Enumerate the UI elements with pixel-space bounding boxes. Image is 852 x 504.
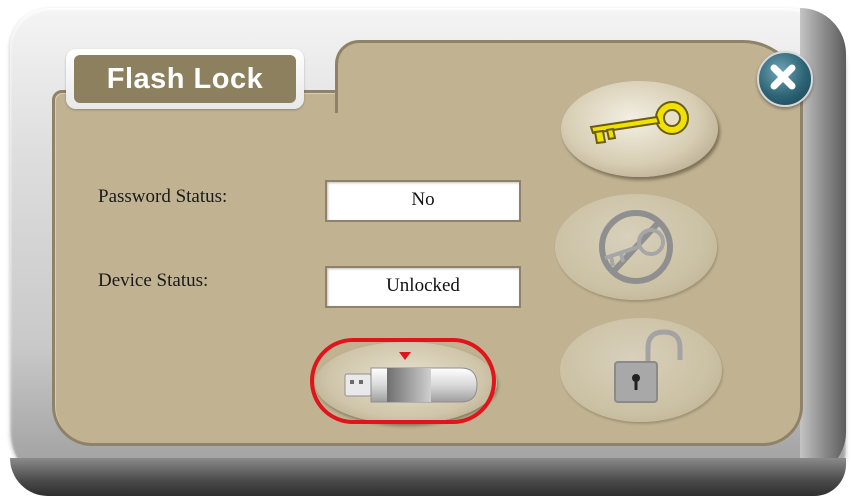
remove-password-button[interactable]: [555, 194, 717, 300]
unlock-button[interactable]: [560, 318, 722, 422]
window-edge-bottom: [10, 458, 846, 496]
close-icon: [770, 64, 796, 90]
highlight-ring: [310, 338, 496, 424]
key-icon: [589, 101, 689, 145]
no-key-icon: [599, 210, 673, 284]
password-status-field: No: [325, 180, 521, 222]
password-status-label: Password Status:: [98, 186, 228, 207]
device-status-field: Unlocked: [325, 266, 521, 308]
device-status-label: Device Status:: [98, 270, 209, 291]
close-button[interactable]: [757, 51, 813, 107]
app-title: Flash Lock: [74, 55, 296, 103]
set-password-button[interactable]: [561, 81, 718, 177]
unlock-padlock-icon: [614, 329, 683, 403]
